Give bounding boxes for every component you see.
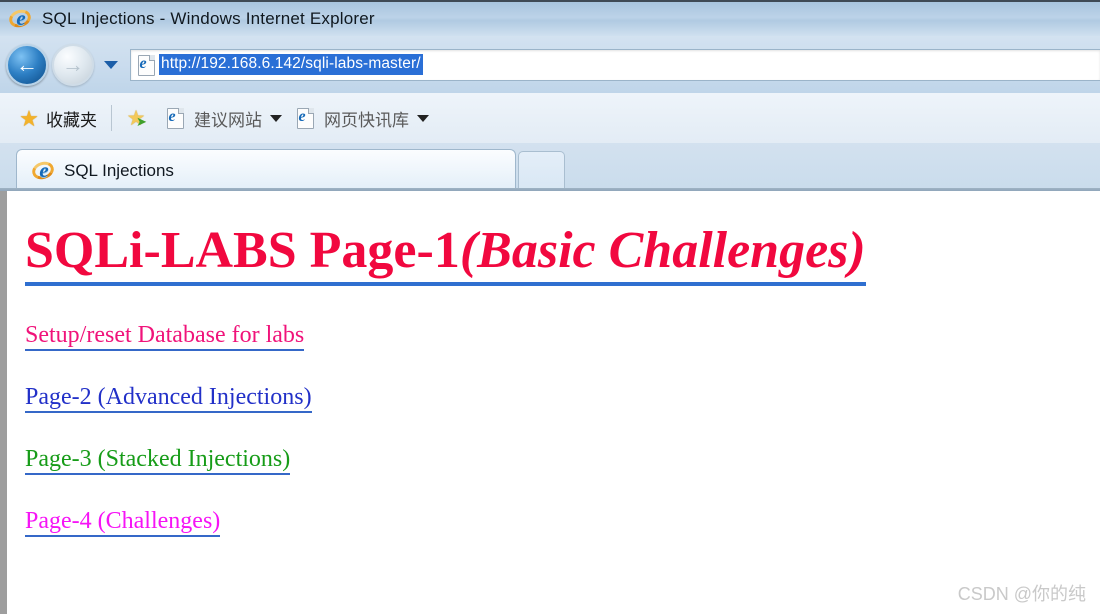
back-arrow-icon: ← [16,51,38,77]
favorites-item-label: 网页快讯库 [324,110,409,130]
link-row: Page-3 (Stacked Injections) [25,446,291,475]
link-row: Page-2 (Advanced Injections) [25,384,312,413]
favorites-button[interactable]: ★ 收藏夹 [12,101,103,135]
forward-button[interactable]: → [52,43,94,86]
favorites-label: 收藏夹 [46,110,97,130]
page-favicon-icon: e [294,107,314,129]
favorites-item-label: 建议网站 [194,110,262,130]
window-title: SQL Injections - Windows Internet Explor… [42,9,375,28]
link-page-4-challenges[interactable]: Page-4 (Challenges) [25,508,221,537]
chevron-down-icon[interactable] [417,114,429,122]
recent-pages-button[interactable] [100,44,122,86]
browser-window: e SQL Injections - Windows Internet Expl… [0,0,1100,614]
add-to-favorites-bar-button[interactable]: ★ ➤ [120,101,158,135]
page-title-main: SQLi-LABS Page-1 [25,222,460,279]
link-row: Setup/reset Database for labs [25,322,305,351]
page-favicon-icon: e [135,54,155,76]
page-title-link[interactable]: SQLi-LABS Page-1(Basic Challenges) [25,222,866,286]
toolbar-divider [111,105,112,131]
page-title: SQLi-LABS Page-1(Basic Challenges) [25,222,866,286]
page-favicon-icon: e [164,107,184,129]
address-input[interactable]: http://192.168.6.142/sqli-labs-master/ [159,54,423,75]
favorites-item-suggested-sites[interactable]: e 建议网站 [158,101,288,135]
link-setup-reset-database[interactable]: Setup/reset Database for labs [25,322,305,351]
tab-label: SQL Injections [64,160,174,180]
address-bar[interactable]: e http://192.168.6.142/sqli-labs-master/ [130,48,1100,81]
chevron-down-icon [104,60,118,69]
navigation-bar: ← → e http://192.168.6.142/sqli-labs-mas… [0,36,1100,93]
ie-logo-icon: e [6,7,34,31]
tab-sql-injections[interactable]: e SQL Injections [16,149,516,191]
title-bar: e SQL Injections - Windows Internet Expl… [0,0,1100,36]
forward-arrow-icon: → [62,51,84,77]
new-tab-button[interactable] [518,151,565,191]
star-icon: ★ [19,105,39,131]
tab-strip: e SQL Injections [0,143,1100,191]
link-page-3-stacked-injections[interactable]: Page-3 (Stacked Injections) [25,446,291,475]
favorites-bar: ★ 收藏夹 ★ ➤ e 建议网站 e 网页快讯库 [0,93,1100,143]
ie-logo-icon: e [29,159,57,183]
watermark: CSDN @你的纯 [957,584,1086,604]
favorites-item-web-slice-gallery[interactable]: e 网页快讯库 [288,101,435,135]
link-page-2-advanced-injections[interactable]: Page-2 (Advanced Injections) [25,384,312,413]
link-row: Page-4 (Challenges) [25,508,221,537]
page-content: SQLi-LABS Page-1(Basic Challenges) Setup… [0,191,1100,614]
page-title-italic: (Basic Challenges) [459,222,866,279]
star-add-icon: ★ ➤ [126,106,147,130]
chevron-down-icon[interactable] [270,114,282,122]
back-button[interactable]: ← [6,43,48,86]
